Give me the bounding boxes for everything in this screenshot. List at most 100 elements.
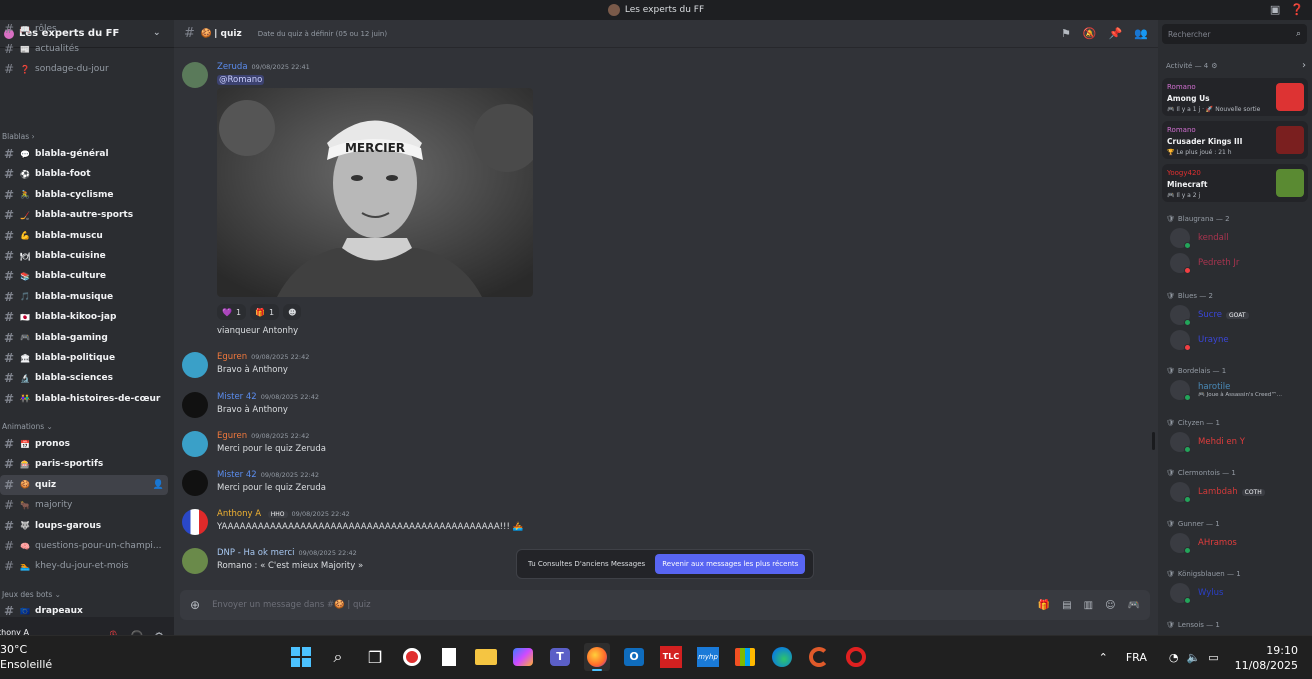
notepad-icon[interactable] [436,643,462,671]
scrollbar[interactable] [1152,432,1155,450]
channel-blabla-9[interactable]: # 🎮 blabla-gaming [0,328,168,348]
gif-icon[interactable]: ▤ [1062,600,1071,611]
member-item[interactable]: Mehdi en Y [1170,431,1245,453]
channel-blabla-6[interactable]: # 📚 blabla-culture [0,266,168,286]
channel-blabla-10[interactable]: # 🏛 blabla-politique [0,348,168,368]
mention[interactable]: @Romano [217,75,265,85]
channel-0[interactable]: # 📖 rôles [0,19,168,39]
channel-anim-4[interactable]: # 🐺 loups-garous [0,516,168,536]
channel-topic[interactable]: Date du quiz à définir (05 ou 12 juin) [258,30,387,38]
threads-icon[interactable]: ⚑ [1061,27,1071,40]
start-icon[interactable] [288,643,314,671]
chevron-right-icon[interactable]: › [1302,60,1306,71]
avatar[interactable] [182,548,208,574]
help-icon[interactable]: ❓ [1290,3,1304,16]
message-author[interactable]: Mister 42 [217,470,257,480]
inbox-icon[interactable]: ▣ [1270,3,1280,16]
task-view-icon[interactable]: ❐ [362,643,388,671]
m365-icon[interactable] [510,643,536,671]
category-animations[interactable]: Animations ⌄ [2,422,53,431]
reaction-heart[interactable]: 💜 1 [217,304,247,320]
message-author[interactable]: Zeruda [217,62,248,72]
channel-anim-2[interactable]: # 🍪 quiz 👤 [0,474,168,495]
message-author[interactable]: Anthony A [217,509,261,519]
store-icon[interactable] [732,643,758,671]
avatar[interactable] [182,431,208,457]
activity-card[interactable]: Romano Crusader Kings III 🏆 Le plus joué… [1162,121,1308,159]
message-author[interactable]: Eguren [217,352,247,362]
member-item[interactable]: harotile 🎮 Joue à Assassin's Creed™... [1170,379,1282,401]
add-reaction-button[interactable]: ☻ [283,304,302,320]
category-bots[interactable]: Jeux des bots ⌄ [2,590,61,599]
volume-icon[interactable]: 🔈 [1186,651,1200,664]
add-member-icon[interactable]: 👤 [153,480,164,490]
channel-blabla-8[interactable]: # 🇯🇵 blabla-kikoo-jap [0,307,168,327]
channel-blabla-12[interactable]: # 👫 blabla-histoires-de-cœur [0,389,168,409]
jump-to-present-button[interactable]: Revenir aux messages les plus récents [655,554,806,574]
opera-icon[interactable] [843,643,869,671]
activity-card[interactable]: Romano Among Us 🎮 Il y a 1 j · 🚀 Nouvell… [1162,78,1308,116]
apps-icon[interactable]: 🎮 [1128,600,1140,611]
ccleaner-icon[interactable] [806,643,832,671]
channel-blabla-1[interactable]: # ⚽ blabla-foot [0,164,168,184]
avatar[interactable] [182,392,208,418]
pin-icon[interactable]: 📌 [1109,27,1123,40]
channel-anim-5[interactable]: # 🧠 questions-pour-un-champi... [0,536,168,556]
notifications-off-icon[interactable]: 🔕 [1083,27,1097,40]
activity-card[interactable]: Yoogy420 Minecraft 🎮 Il y a 2 j [1162,164,1308,202]
chevron-up-icon[interactable]: ⌃ [1099,651,1108,664]
weather-widget[interactable]: 30°C Ensoleillé [0,642,52,672]
member-item[interactable]: Sucre GOAT [1170,304,1249,326]
member-item[interactable]: Urayne [1170,329,1229,351]
message-input[interactable]: Envoyer un message dans #🍪 | quiz [212,600,371,610]
channel-anim-1[interactable]: # 🎰 paris-sportifs [0,454,168,474]
channel-blabla-0[interactable]: # 💬 blabla-général [0,144,168,164]
message-image[interactable]: MERCIER [217,88,533,297]
channel-blabla-5[interactable]: # 🍽 blabla-cuisine [0,246,168,266]
myhp-icon[interactable]: myhp [695,643,721,671]
channel-blabla-7[interactable]: # 🎵 blabla-musique [0,287,168,307]
channel-anim-6[interactable]: # 🏊 khey-du-jour-et-mois [0,556,168,576]
avatar[interactable] [182,62,208,88]
tlc-icon[interactable]: TLC [658,643,684,671]
channel-2[interactable]: # ❓ sondage-du-jour [0,59,168,79]
firefox-icon[interactable] [584,643,610,671]
category-blablas[interactable]: Blablas › [2,132,35,141]
outlook-icon[interactable]: O [621,643,647,671]
emoji-icon[interactable]: ☺ [1105,600,1115,611]
channel-blabla-3[interactable]: # 🏒 blabla-autre-sports [0,205,168,225]
language-indicator[interactable]: FRA [1126,651,1147,664]
search-icon[interactable]: ⌕ [325,643,351,671]
gift-icon[interactable]: 🎁 [1038,600,1050,611]
member-item[interactable]: Wylus [1170,582,1223,604]
wifi-icon[interactable]: ◔ [1169,651,1179,664]
edge-icon[interactable] [769,643,795,671]
clock[interactable]: 19:10 11/08/2025 [1235,643,1298,673]
member-item[interactable]: AHramos [1170,532,1237,554]
hash-icon: # [4,477,15,492]
folder-icon[interactable] [473,643,499,671]
reaction-gift[interactable]: 🎁 1 [250,304,280,320]
member-item[interactable]: kendall [1170,227,1229,249]
battery-icon[interactable]: ▭ [1208,651,1218,664]
channel-blabla-2[interactable]: # 🚴 blabla-cyclisme [0,185,168,205]
channel-blabla-11[interactable]: # 🔬 blabla-sciences [0,368,168,388]
channel-anim-3[interactable]: # 🐂 majority [0,495,168,515]
message-author[interactable]: Eguren [217,431,247,441]
teams-icon[interactable]: T [547,643,573,671]
avatar[interactable] [182,470,208,496]
search-input[interactable]: Rechercher ⌕ [1162,24,1307,44]
channel-1[interactable]: # 📰 actualités [0,39,168,59]
message-author[interactable]: Mister 42 [217,392,257,402]
channel-anim-0[interactable]: # 📅 pronos [0,434,168,454]
sticker-icon[interactable]: ▥ [1084,600,1093,611]
message-author[interactable]: DNP - Ha ok merci [217,548,294,558]
record-icon[interactable] [399,643,425,671]
members-icon[interactable]: 👥 [1134,27,1148,40]
avatar[interactable] [182,509,208,535]
member-item[interactable]: Lambdah COTH [1170,481,1265,503]
avatar[interactable] [182,352,208,378]
member-item[interactable]: Pedreth Jr [1170,252,1239,274]
add-attachment-icon[interactable]: ⊕ [190,598,200,612]
channel-blabla-4[interactable]: # 💪 blabla-muscu [0,226,168,246]
